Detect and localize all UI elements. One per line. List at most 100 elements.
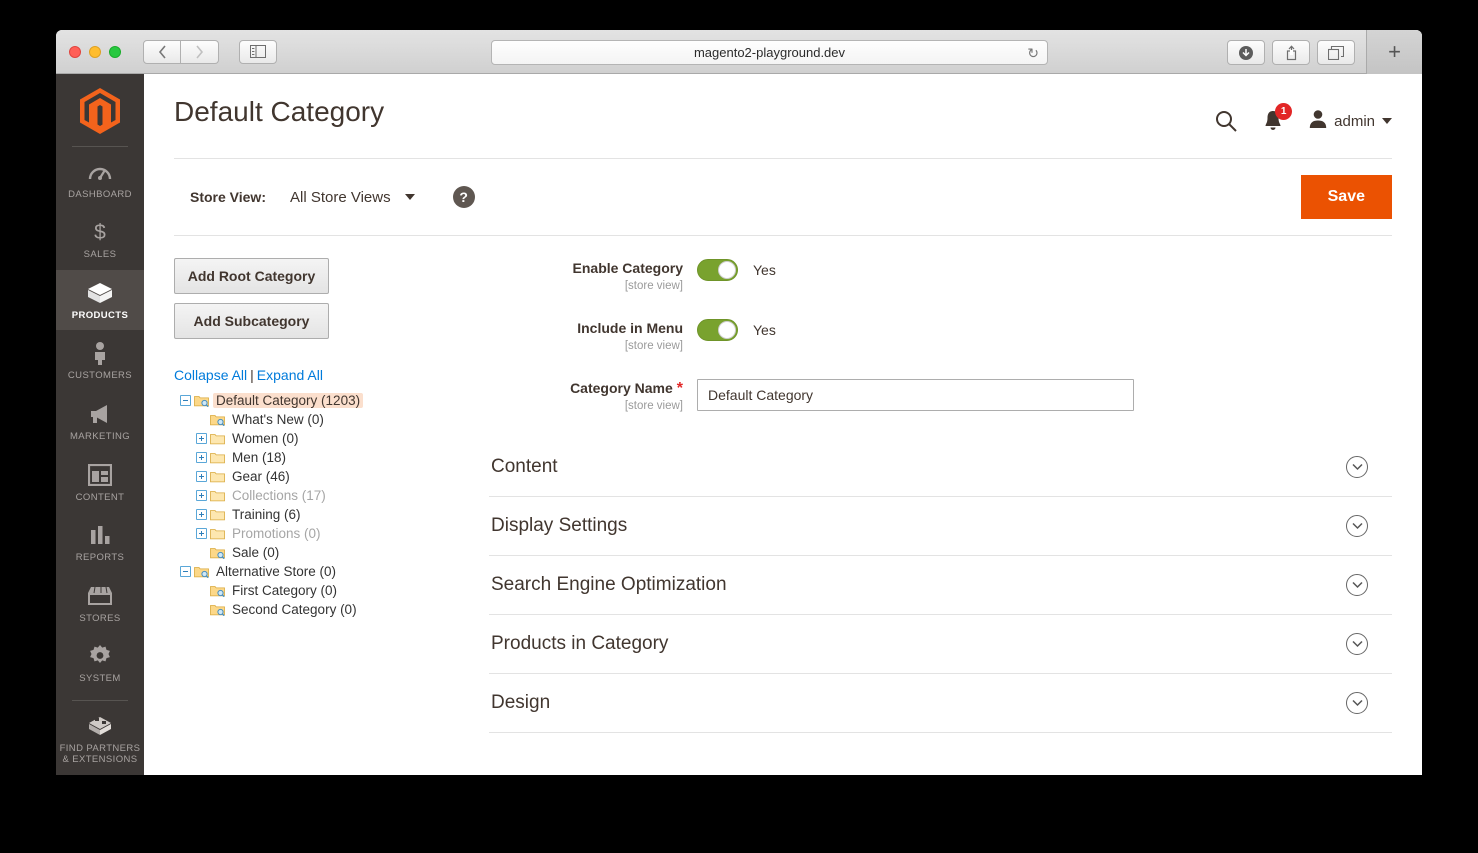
share-button[interactable]	[1272, 40, 1310, 65]
sidebar-item-customers[interactable]: CUSTOMERS	[56, 330, 144, 391]
section-header[interactable]: Display Settings	[489, 497, 1392, 556]
admin-user-menu[interactable]: admin	[1309, 109, 1392, 133]
tree-node-label[interactable]: Training (6)	[229, 507, 304, 522]
window-controls	[69, 46, 121, 58]
tree-expander-minus-icon[interactable]	[180, 566, 191, 577]
address-bar[interactable]: magento2-playground.dev ↻	[491, 40, 1048, 65]
collapse-all-link[interactable]: Collapse All	[174, 367, 247, 383]
sidebar-item-reports[interactable]: REPORTS	[56, 512, 144, 573]
search-icon[interactable]	[1215, 110, 1237, 132]
chevron-down-icon[interactable]	[1346, 692, 1368, 714]
section-header[interactable]: Design	[489, 674, 1392, 733]
folder-icon	[210, 489, 225, 502]
tree-leaf-spacer	[196, 414, 207, 425]
tree-node-label[interactable]: What's New (0)	[229, 412, 327, 427]
tree-node-label[interactable]: Alternative Store (0)	[213, 564, 339, 579]
maximize-window-button[interactable]	[109, 46, 121, 58]
back-button[interactable]	[143, 40, 181, 64]
tree-expander-plus-icon[interactable]	[196, 528, 207, 539]
folder-search-icon	[210, 603, 225, 616]
tree-expander-plus-icon[interactable]	[196, 509, 207, 520]
tree-node-label[interactable]: Second Category (0)	[229, 602, 360, 617]
save-button[interactable]: Save	[1301, 175, 1392, 219]
field-control: Yes	[697, 318, 776, 341]
tree-node[interactable]: Alternative Store (0)	[174, 562, 474, 581]
category-tree-panel: Add Root Category Add Subcategory Collap…	[174, 258, 474, 733]
magento-logo[interactable]	[80, 82, 120, 140]
required-marker: *	[677, 380, 683, 397]
notifications-bell-icon[interactable]: 1	[1263, 110, 1283, 132]
tree-node[interactable]: Collections (17)	[174, 486, 474, 505]
browser-window: magento2-playground.dev ↻	[56, 30, 1422, 775]
chevron-down-icon[interactable]	[1346, 574, 1368, 596]
sidebar-item-system[interactable]: SYSTEM	[56, 633, 144, 694]
section-title: Content	[491, 456, 558, 478]
new-tab-button[interactable]: +	[1366, 30, 1422, 74]
sidebar-divider-2	[72, 700, 128, 701]
section-header[interactable]: Search Engine Optimization	[489, 556, 1392, 615]
include-in-menu-toggle[interactable]	[697, 319, 738, 341]
tree-node[interactable]: Gear (46)	[174, 467, 474, 486]
tree-node[interactable]: Women (0)	[174, 429, 474, 448]
show-tabs-button[interactable]	[1317, 40, 1355, 65]
add-subcategory-button[interactable]: Add Subcategory	[174, 303, 329, 339]
expand-all-link[interactable]: Expand All	[257, 367, 323, 383]
folder-search-icon	[210, 413, 225, 426]
section-header[interactable]: Products in Category	[489, 615, 1392, 674]
sidebar-item-products[interactable]: PRODUCTS	[56, 270, 144, 331]
toggle-knob	[718, 261, 736, 279]
navigation-buttons	[143, 40, 219, 64]
sidebar-item-find-partners[interactable]: FIND PARTNERS & EXTENSIONS	[56, 703, 144, 775]
sidebar-item-label: CONTENT	[76, 492, 125, 504]
store-view-value: All Store Views	[290, 189, 391, 206]
sidebar-item-dashboard[interactable]: DASHBOARD	[56, 149, 144, 210]
downloads-button[interactable]	[1227, 40, 1265, 65]
tree-node[interactable]: What's New (0)	[174, 410, 474, 429]
sidebar-toggle-button[interactable]	[239, 40, 277, 64]
tree-node-label[interactable]: Promotions (0)	[229, 526, 324, 541]
tree-node[interactable]: First Category (0)	[174, 581, 474, 600]
add-root-category-button[interactable]: Add Root Category	[174, 258, 329, 294]
tree-node[interactable]: Promotions (0)	[174, 524, 474, 543]
tree-node-label[interactable]: Default Category (1203)	[213, 393, 363, 408]
tree-expander-plus-icon[interactable]	[196, 452, 207, 463]
minimize-window-button[interactable]	[89, 46, 101, 58]
tree-expander-plus-icon[interactable]	[196, 433, 207, 444]
category-name-input[interactable]	[697, 379, 1134, 411]
category-tree: Default Category (1203) What's New (0) W…	[174, 391, 474, 619]
sidebar-item-sales[interactable]: $ SALES	[56, 209, 144, 270]
person-icon	[90, 341, 110, 365]
sidebar-item-content[interactable]: CONTENT	[56, 452, 144, 513]
forward-button[interactable]	[181, 40, 219, 64]
tree-node[interactable]: Men (18)	[174, 448, 474, 467]
sidebar-item-stores[interactable]: STORES	[56, 573, 144, 634]
chevron-down-icon[interactable]	[1346, 633, 1368, 655]
chevron-down-icon[interactable]	[1346, 515, 1368, 537]
chevron-down-icon[interactable]	[1346, 456, 1368, 478]
sidebar-item-marketing[interactable]: MARKETING	[56, 391, 144, 452]
notifications-badge: 1	[1275, 103, 1292, 120]
sidebar-item-label: MARKETING	[70, 431, 130, 443]
tree-node-label[interactable]: Collections (17)	[229, 488, 329, 503]
store-view-bar: Store View: All Store Views ? Save	[174, 158, 1392, 236]
dollar-icon: $	[88, 220, 112, 244]
tree-node[interactable]: Default Category (1203)	[174, 391, 474, 410]
tree-node-label[interactable]: Men (18)	[229, 450, 289, 465]
tree-expander-plus-icon[interactable]	[196, 471, 207, 482]
tree-node-label[interactable]: Gear (46)	[229, 469, 293, 484]
enable-category-toggle[interactable]	[697, 259, 738, 281]
tree-node[interactable]: Sale (0)	[174, 543, 474, 562]
tree-expander-plus-icon[interactable]	[196, 490, 207, 501]
page-title: Default Category	[174, 96, 384, 128]
tree-node-label[interactable]: Women (0)	[229, 431, 302, 446]
close-window-button[interactable]	[69, 46, 81, 58]
tree-node-label[interactable]: Sale (0)	[229, 545, 282, 560]
store-view-select[interactable]: All Store Views	[290, 189, 415, 206]
reload-icon[interactable]: ↻	[1027, 46, 1039, 60]
tree-node[interactable]: Second Category (0)	[174, 600, 474, 619]
tree-node[interactable]: Training (6)	[174, 505, 474, 524]
section-header[interactable]: Content	[489, 438, 1392, 497]
tree-node-label[interactable]: First Category (0)	[229, 583, 340, 598]
tree-expander-minus-icon[interactable]	[180, 395, 191, 406]
help-icon[interactable]: ?	[453, 186, 475, 208]
